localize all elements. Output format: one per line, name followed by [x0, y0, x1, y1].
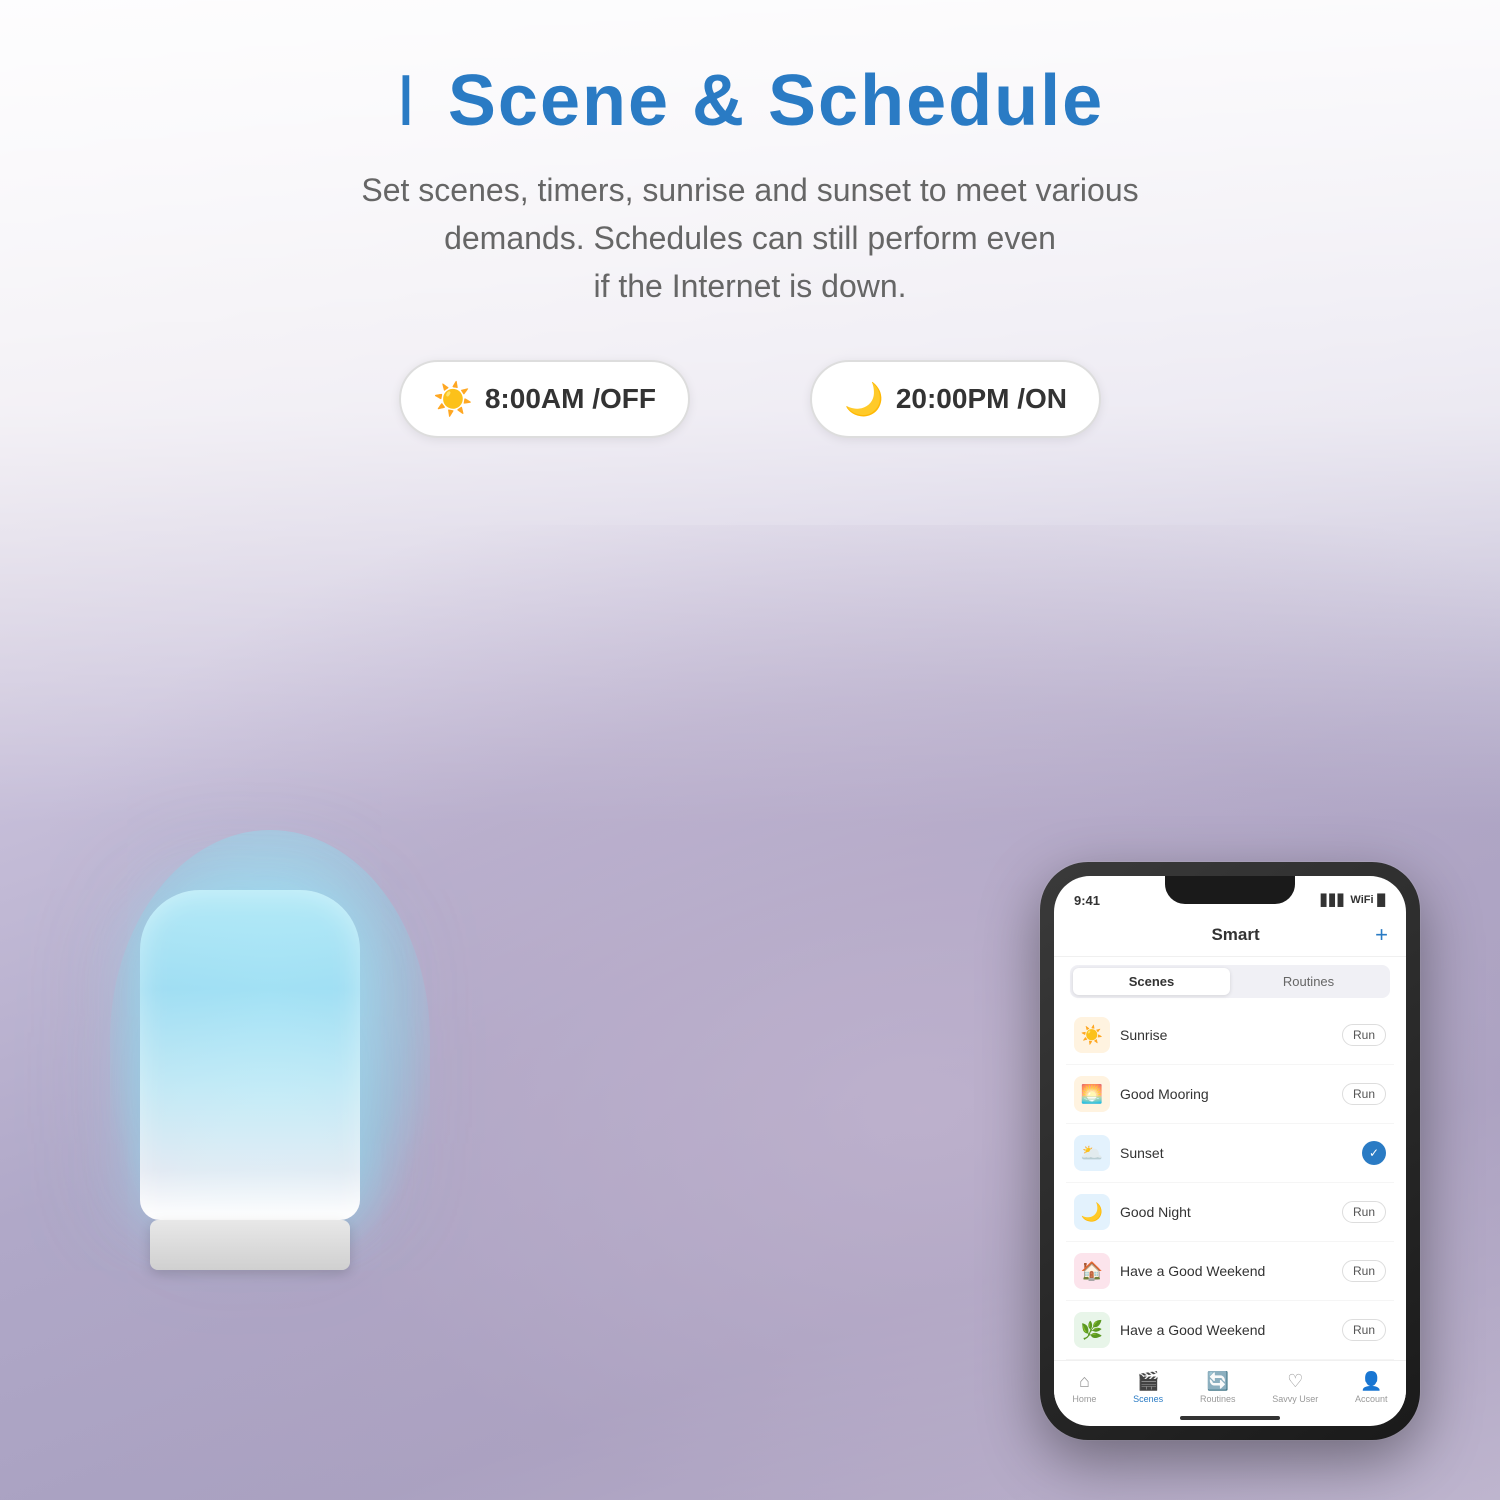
account-icon: 👤 [1360, 1371, 1382, 1392]
sun-icon: ☀️ [433, 380, 473, 418]
scene-icon-good-morning: 🌅 [1074, 1076, 1110, 1112]
home-indicator [1180, 1416, 1280, 1420]
scene-item-weekend-1[interactable]: 🏠 Have a Good Weekend Run [1066, 1242, 1394, 1301]
scene-icon-sunset: 🌥️ [1074, 1135, 1110, 1171]
scene-name-good-morning: Good Mooring [1120, 1086, 1332, 1102]
savvy-icon: ♡ [1287, 1371, 1303, 1392]
moon-icon: 🌙 [844, 380, 884, 418]
schedule-evening[interactable]: 🌙 20:00PM /ON [810, 360, 1101, 438]
schedule-evening-text: 20:00PM /ON [896, 383, 1067, 415]
status-time: 9:41 [1074, 893, 1100, 908]
header-section: I Scene & Schedule Set scenes, timers, s… [0, 0, 1500, 458]
scene-icon-sunrise: ☀️ [1074, 1017, 1110, 1053]
nav-scenes[interactable]: 🎬 Scenes [1133, 1371, 1163, 1404]
scene-item-weekend-2[interactable]: 🌿 Have a Good Weekend Run [1066, 1301, 1394, 1360]
scene-icon-good-night: 🌙 [1074, 1194, 1110, 1230]
nav-savvy-label: Savvy User [1272, 1394, 1318, 1404]
run-btn-weekend-2[interactable]: Run [1342, 1319, 1386, 1341]
scene-item-sunset[interactable]: 🌥️ Sunset ✓ [1066, 1124, 1394, 1183]
schedule-morning-text: 8:00AM /OFF [485, 383, 656, 415]
scene-name-weekend-1: Have a Good Weekend [1120, 1263, 1332, 1279]
app-tabs: Scenes Routines [1070, 965, 1390, 998]
run-btn-sunrise[interactable]: Run [1342, 1024, 1386, 1046]
scene-name-sunset: Sunset [1120, 1145, 1352, 1161]
schedule-row: ☀️ 8:00AM /OFF 🌙 20:00PM /ON [0, 360, 1500, 438]
run-btn-good-night[interactable]: Run [1342, 1201, 1386, 1223]
run-btn-weekend-1[interactable]: Run [1342, 1260, 1386, 1282]
tab-scenes[interactable]: Scenes [1073, 968, 1230, 995]
page-subtitle: Set scenes, timers, sunrise and sunset t… [350, 166, 1150, 310]
home-icon: ⌂ [1079, 1371, 1090, 1392]
scene-name-good-night: Good Night [1120, 1204, 1332, 1220]
signal-icon: ▋▋▋ [1321, 894, 1346, 907]
run-btn-good-morning[interactable]: Run [1342, 1083, 1386, 1105]
nav-routines-label: Routines [1200, 1394, 1236, 1404]
tab-routines[interactable]: Routines [1230, 968, 1387, 995]
scene-item-good-morning[interactable]: 🌅 Good Mooring Run [1066, 1065, 1394, 1124]
nav-home-label: Home [1072, 1394, 1096, 1404]
phone-notch [1165, 876, 1295, 904]
lamp-base [150, 1220, 350, 1270]
nav-routines[interactable]: 🔄 Routines [1200, 1371, 1236, 1404]
page-title: I Scene & Schedule [0, 60, 1500, 142]
nav-scenes-label: Scenes [1133, 1394, 1163, 1404]
scene-name-sunrise: Sunrise [1120, 1027, 1332, 1043]
main-content: I Scene & Schedule Set scenes, timers, s… [0, 0, 1500, 1500]
phone-outer: 9:41 ▋▋▋ WiFi ▉ Smart + Scenes Rout [1040, 862, 1420, 1440]
scenes-nav-icon: 🎬 [1137, 1371, 1159, 1392]
nav-home[interactable]: ⌂ Home [1072, 1371, 1096, 1404]
scene-item-sunrise[interactable]: ☀️ Sunrise Run [1066, 1006, 1394, 1065]
scene-icon-weekend-1: 🏠 [1074, 1253, 1110, 1289]
schedule-morning[interactable]: ☀️ 8:00AM /OFF [399, 360, 690, 438]
check-icon-sunset: ✓ [1362, 1141, 1386, 1165]
scene-icon-weekend-2: 🌿 [1074, 1312, 1110, 1348]
app-header: Smart + [1054, 914, 1406, 957]
title-bar: I [396, 61, 418, 141]
scene-name-weekend-2: Have a Good Weekend [1120, 1322, 1332, 1338]
add-button[interactable]: + [1375, 922, 1388, 948]
phone-nav: ⌂ Home 🎬 Scenes 🔄 Routines ♡ Savvy User [1054, 1360, 1406, 1412]
lamp-body [140, 890, 360, 1220]
nav-savvy[interactable]: ♡ Savvy User [1272, 1371, 1318, 1404]
wifi-icon: WiFi [1350, 894, 1373, 906]
status-icons: ▋▋▋ WiFi ▉ [1321, 894, 1386, 907]
nav-account[interactable]: 👤 Account [1355, 1371, 1388, 1404]
phone-container: 9:41 ▋▋▋ WiFi ▉ Smart + Scenes Rout [1040, 862, 1420, 1440]
routines-icon: 🔄 [1207, 1371, 1229, 1392]
nav-account-label: Account [1355, 1394, 1388, 1404]
lamp-container [130, 890, 370, 1270]
app-title: Smart [1096, 925, 1375, 945]
scene-item-good-night[interactable]: 🌙 Good Night Run [1066, 1183, 1394, 1242]
scene-list: ☀️ Sunrise Run 🌅 Good Mooring Run 🌥️ Sun… [1054, 1006, 1406, 1360]
battery-icon: ▉ [1378, 894, 1386, 907]
phone-inner: 9:41 ▋▋▋ WiFi ▉ Smart + Scenes Rout [1054, 876, 1406, 1426]
